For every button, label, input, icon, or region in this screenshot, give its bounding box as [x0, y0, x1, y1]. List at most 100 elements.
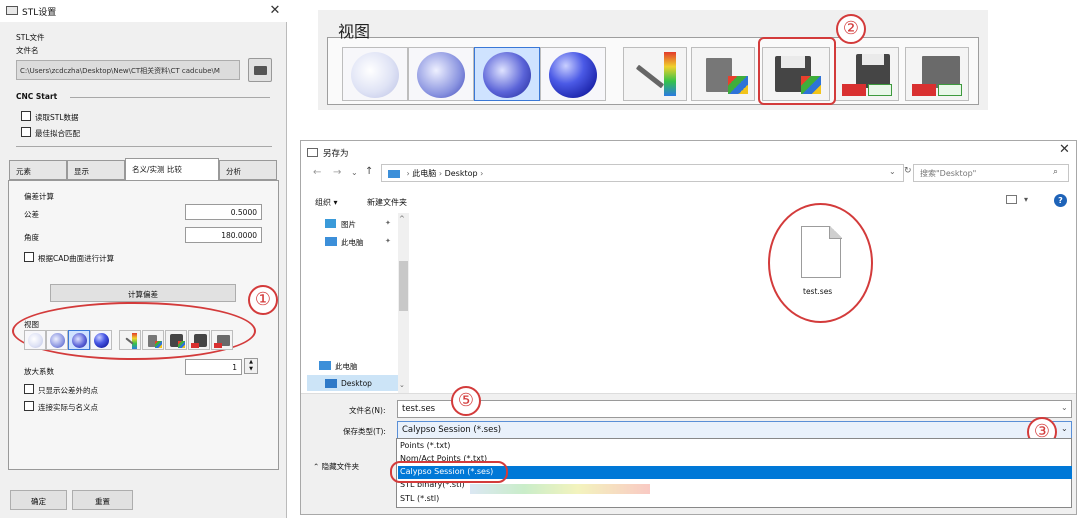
connect-points-checkbox[interactable]: [24, 401, 34, 411]
sparse-sphere-icon: [351, 52, 399, 98]
pin-icon: ✦: [385, 237, 391, 245]
save-type-label: 保存类型(T):: [343, 427, 386, 436]
reset-button[interactable]: 重置: [72, 490, 133, 510]
help-icon[interactable]: ?: [1054, 194, 1067, 207]
pc-icon: [319, 361, 331, 370]
open-button[interactable]: [905, 47, 969, 101]
tab-nominal-actual-compare[interactable]: 名义/实测 比较: [125, 158, 219, 180]
calc-deviation-button[interactable]: 计算偏差: [50, 284, 236, 302]
view-dense-mesh-button[interactable]: [68, 330, 90, 350]
breadcrumb-desktop[interactable]: Desktop: [445, 169, 478, 178]
tab-display[interactable]: 显示: [67, 160, 125, 180]
best-fit-checkbox[interactable]: [21, 127, 31, 137]
view-dropdown-icon[interactable]: ▾: [1024, 195, 1028, 204]
view-points-button[interactable]: [24, 330, 46, 350]
windows-flag-icon: [178, 341, 185, 348]
close-button[interactable]: ✕: [266, 2, 284, 20]
dense-sphere-icon: [483, 52, 531, 98]
view-mesh-button[interactable]: [46, 330, 68, 350]
tab-elements[interactable]: 元素: [9, 160, 67, 180]
dialog-title: STL设置: [22, 8, 57, 18]
view-points-button[interactable]: [342, 47, 408, 101]
type-dropdown-icon[interactable]: ⌄: [1061, 424, 1068, 433]
nav-item-pc[interactable]: 此电脑: [335, 361, 358, 372]
filename-input[interactable]: test.ses: [397, 400, 1072, 418]
cad-surface-checkbox[interactable]: [24, 252, 34, 262]
dialog-title: 另存为: [323, 149, 349, 159]
type-option[interactable]: Points (*.txt): [398, 440, 1072, 453]
window-icon: [307, 148, 318, 157]
angle-input[interactable]: 180.0000: [185, 227, 262, 243]
windows-flag-icon: [155, 341, 162, 348]
txt-tag-icon: [868, 84, 892, 96]
background-graphic-strip: [470, 484, 650, 494]
type-option[interactable]: STL (*.stl): [398, 493, 1072, 506]
color-scale-button[interactable]: [623, 47, 687, 101]
filename-label: 文件名: [16, 46, 39, 55]
save-export-button[interactable]: [188, 330, 210, 350]
filename-label: 文件名(N):: [349, 406, 386, 415]
search-input[interactable]: 搜索"Desktop": [913, 164, 1069, 182]
zoom-factor-label: 放大系数: [24, 367, 54, 376]
scroll-down-icon[interactable]: ⌄: [399, 381, 405, 389]
ok-button[interactable]: 确定: [10, 490, 67, 510]
hide-folders-label: 隐藏文件夹: [321, 462, 360, 471]
breadcrumb-pc[interactable]: 此电脑: [412, 169, 436, 178]
folder-icon: [254, 66, 267, 75]
organize-menu[interactable]: 组织 ▾: [315, 197, 338, 208]
forward-arrow-icon[interactable]: →: [333, 167, 341, 178]
new-folder-button[interactable]: 新建文件夹: [367, 197, 407, 208]
browse-button[interactable]: [248, 58, 272, 82]
dense-sphere-icon: [72, 333, 87, 348]
pc-icon: [325, 237, 337, 246]
view-shaded-button[interactable]: [90, 330, 112, 350]
filename-dropdown-icon[interactable]: ⌄: [1061, 403, 1068, 412]
view-panel-zoomed: 视图 ②: [318, 10, 988, 110]
up-arrow-icon[interactable]: ↑: [365, 166, 373, 177]
view-mode-icon[interactable]: [1006, 195, 1017, 204]
tolerance-input[interactable]: 0.5000: [185, 204, 262, 220]
refresh-icon[interactable]: ↻: [904, 166, 912, 176]
view-dense-mesh-button[interactable]: [474, 47, 540, 101]
nav-item-pc[interactable]: 此电脑: [341, 237, 364, 248]
save-session-button[interactable]: [165, 330, 187, 350]
navigation-pane: 图片 ✦ 此电脑 ✦ 此电脑 Desktop: [301, 213, 409, 393]
back-arrow-icon[interactable]: ←: [313, 167, 321, 178]
export-arrow-icon: [191, 343, 199, 348]
cad-surface-label: 根据CAD曲面进行计算: [38, 254, 115, 263]
address-bar[interactable]: › 此电脑 › Desktop ›: [381, 164, 904, 182]
pictures-icon: [325, 219, 336, 228]
desktop-icon: [325, 379, 337, 388]
delete-button[interactable]: [691, 47, 755, 101]
connect-points-label: 连接实际与名义点: [38, 403, 98, 412]
close-button[interactable]: ✕: [1059, 142, 1070, 157]
recent-dropdown-icon[interactable]: ⌄: [351, 168, 358, 177]
outside-tol-checkbox[interactable]: [24, 384, 34, 394]
nav-scroll-thumb[interactable]: [399, 261, 408, 311]
view-shaded-button[interactable]: [540, 47, 606, 101]
address-dropdown-icon[interactable]: ⌄: [889, 167, 896, 176]
chevron-icon: ›: [406, 169, 410, 178]
hide-folders-toggle[interactable]: ⌃ 隐藏文件夹: [313, 461, 359, 472]
open-button[interactable]: [211, 330, 233, 350]
delete-button[interactable]: [142, 330, 164, 350]
read-stl-checkbox[interactable]: [21, 111, 31, 121]
title-bar: STL设置 ✕: [0, 0, 287, 22]
nav-item-desktop[interactable]: Desktop: [341, 379, 372, 388]
filename-path-field[interactable]: C:\Users\zcdczha\Desktop\New\CT相关资料\CT c…: [16, 60, 240, 80]
tab-analysis[interactable]: 分析: [219, 160, 277, 180]
zoom-spinner[interactable]: ▲ ▼: [244, 358, 258, 374]
view-mesh-button[interactable]: [408, 47, 474, 101]
shaded-sphere-icon: [94, 333, 109, 348]
section-stl-file: STL文件: [16, 33, 45, 42]
save-type-combo[interactable]: Calypso Session (*.ses): [397, 421, 1072, 439]
annotation-number-5: ⑤: [451, 386, 481, 416]
scroll-up-icon[interactable]: ^: [399, 215, 405, 223]
windows-flag-icon: [728, 76, 748, 94]
zoom-factor-input[interactable]: 1: [185, 359, 242, 375]
annotation-number-1: ①: [248, 285, 278, 315]
outside-tol-label: 只显示公差外的点: [38, 386, 98, 395]
nav-item-pictures[interactable]: 图片: [341, 219, 356, 230]
save-export-button[interactable]: [835, 47, 899, 101]
color-scale-button[interactable]: [119, 330, 141, 350]
